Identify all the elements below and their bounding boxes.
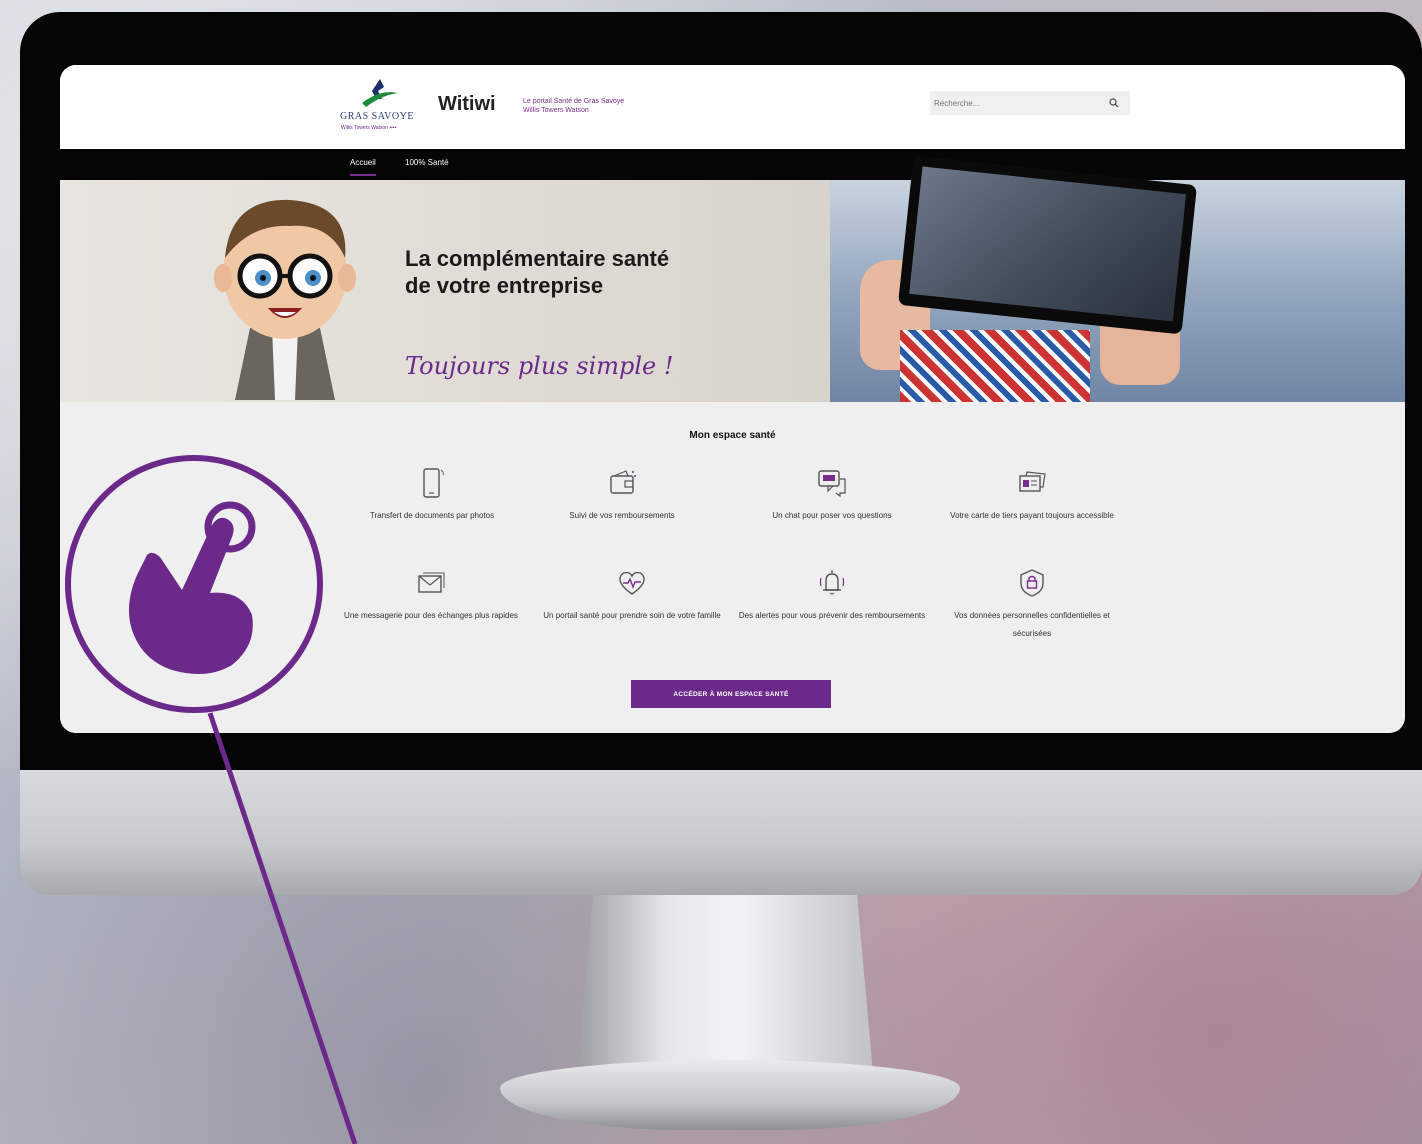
bell-icon bbox=[819, 570, 845, 595]
gras-savoye-logo-icon[interactable] bbox=[360, 77, 400, 111]
monitor-chin bbox=[20, 770, 1422, 895]
nav-item-accueil[interactable]: Accueil bbox=[350, 158, 376, 176]
logo-subtitle: Willis Towers Watson •••• bbox=[341, 125, 397, 131]
feature-item[interactable]: Des alertes pour vous prévenir des rembo… bbox=[737, 567, 927, 625]
mascot-image bbox=[214, 199, 356, 400]
tablet-image bbox=[897, 155, 1198, 335]
feature-item[interactable]: Une messagerie pour des échanges plus ra… bbox=[325, 567, 537, 625]
wallet-icon bbox=[610, 470, 636, 494]
tagline-line2: Willis Towers Watson bbox=[523, 107, 589, 114]
main-nav: Accueil 100% Santé bbox=[60, 149, 1405, 180]
hero-title-line2: de votre entreprise bbox=[405, 273, 604, 298]
feature-item[interactable]: Un portail santé pour prendre soin de vo… bbox=[537, 567, 727, 625]
tagline: Le portail Santé de Gras Savoye Willis T… bbox=[523, 97, 624, 115]
feature-label: Suivi de vos remboursements bbox=[569, 511, 675, 520]
feature-item[interactable]: Votre carte de tiers payant toujours acc… bbox=[937, 467, 1127, 525]
plaid-shirt-image bbox=[900, 330, 1090, 402]
hero-title: La complémentaire santé de votre entrepr… bbox=[405, 245, 669, 299]
search-input[interactable] bbox=[934, 95, 1104, 111]
feature-label: Une messagerie pour des échanges plus ra… bbox=[344, 611, 518, 620]
search-box bbox=[930, 91, 1130, 115]
feature-item[interactable]: Un chat pour poser vos questions bbox=[737, 467, 927, 525]
feature-label: Vos données personnelles confidentielles… bbox=[954, 611, 1110, 638]
search-icon[interactable] bbox=[1108, 97, 1120, 109]
logo-name: GRAS SAVOYE bbox=[340, 111, 414, 122]
nav-item-100-sante[interactable]: 100% Santé bbox=[405, 158, 449, 167]
monitor-stand-base bbox=[500, 1060, 960, 1130]
access-health-space-button[interactable]: ACCÉDER À MON ESPACE SANTÉ bbox=[631, 680, 831, 708]
feature-label: Votre carte de tiers payant toujours acc… bbox=[950, 511, 1114, 520]
brand-name[interactable]: Witiwi bbox=[438, 93, 496, 116]
card-icon bbox=[1019, 471, 1046, 492]
hero-title-line1: La complémentaire santé bbox=[405, 246, 670, 271]
envelope-icon bbox=[418, 572, 445, 593]
feature-label: Un portail santé pour prendre soin de vo… bbox=[543, 611, 721, 620]
feature-item[interactable]: Suivi de vos remboursements bbox=[527, 467, 717, 525]
tablet-screen bbox=[909, 166, 1187, 322]
chat-icon bbox=[818, 470, 846, 498]
tap-hand-icon bbox=[128, 501, 256, 674]
feature-label: Un chat pour poser vos questions bbox=[772, 511, 892, 520]
tagline-line1: Le portail Santé de Gras Savoye bbox=[523, 98, 625, 105]
heart-pulse-icon bbox=[619, 571, 645, 595]
shield-lock-icon bbox=[1020, 569, 1044, 597]
feature-item[interactable]: Transfert de documents par photos bbox=[337, 467, 527, 525]
feature-item[interactable]: Vos données personnelles confidentielles… bbox=[937, 567, 1127, 643]
hero-slogan: Toujours plus simple ! bbox=[405, 352, 674, 380]
feature-label: Transfert de documents par photos bbox=[369, 511, 495, 520]
feature-label: Des alertes pour vous prévenir des rembo… bbox=[738, 611, 926, 620]
smartphone-icon bbox=[423, 468, 444, 498]
hero-banner: La complémentaire santé de votre entrepr… bbox=[60, 155, 1405, 402]
site-header: GRAS SAVOYE Willis Towers Watson •••• Wi… bbox=[60, 65, 1405, 149]
section-title: Mon espace santé bbox=[689, 430, 776, 441]
